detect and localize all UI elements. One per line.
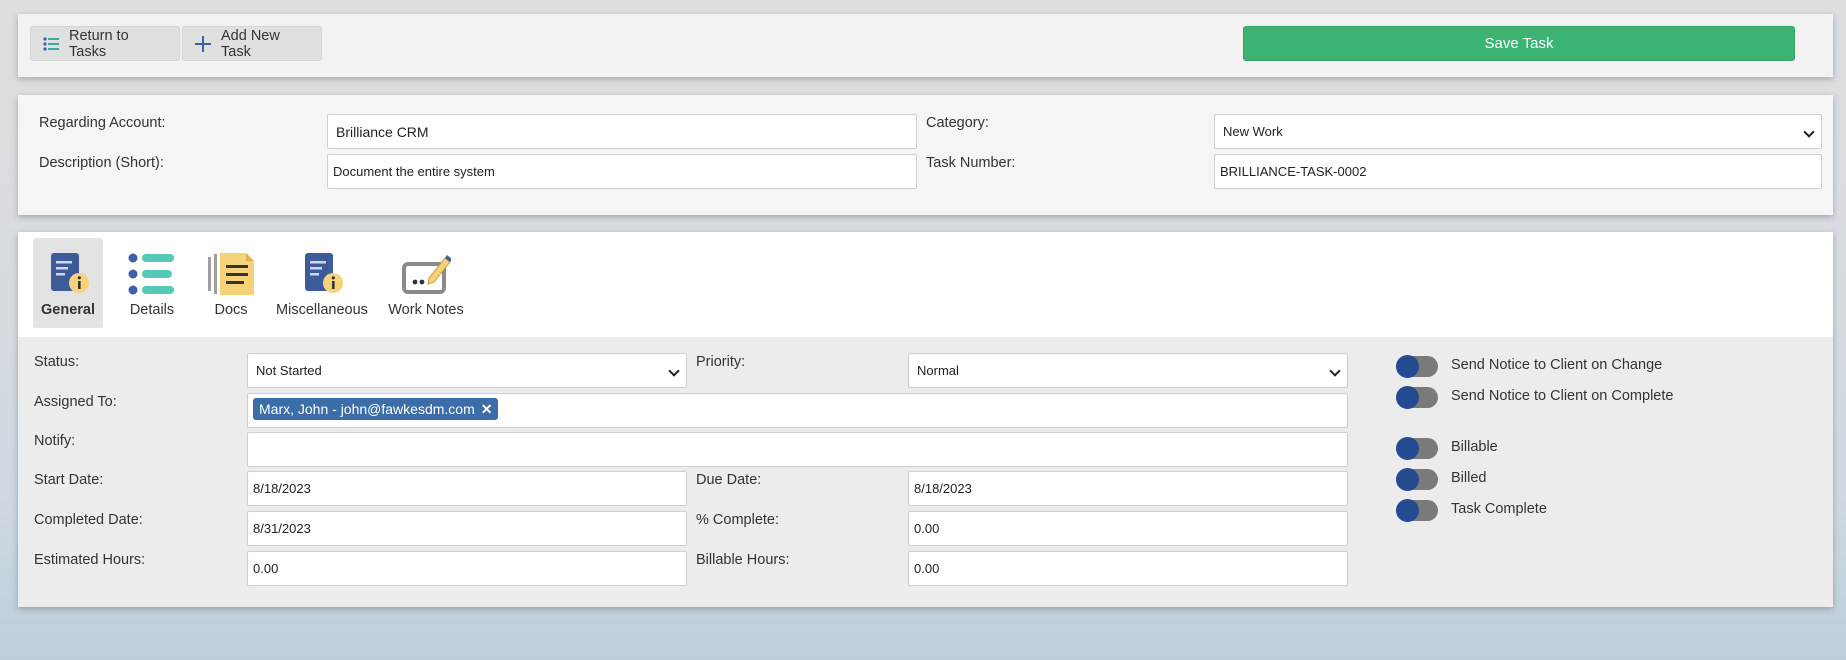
task-number-label: Task Number: xyxy=(926,155,1016,171)
tab-work-notes[interactable]: Work Notes xyxy=(386,238,466,328)
return-to-tasks-button[interactable]: Return to Tasks xyxy=(30,26,180,61)
description-label: Description (Short): xyxy=(39,155,164,171)
category-select[interactable]: New Work xyxy=(1214,114,1822,149)
tab-general-label: General xyxy=(41,302,95,318)
toggle-knob xyxy=(1396,468,1419,491)
completed-date-label: Completed Date: xyxy=(34,512,143,528)
toggle-knob xyxy=(1396,499,1419,522)
status-label: Status: xyxy=(34,354,80,370)
category-selected-value: New Work xyxy=(1223,124,1283,139)
toolbar: Return to Tasks Add New Task Save Task xyxy=(18,14,1833,77)
document-info-icon xyxy=(299,250,345,298)
status-select[interactable]: Not Started xyxy=(247,353,687,388)
assigned-to-input[interactable]: Marx, John - john@fawkesdm.com ✕ xyxy=(247,393,1348,428)
notify-input[interactable] xyxy=(247,432,1348,467)
billed-toggle[interactable] xyxy=(1396,468,1438,491)
regarding-account-input[interactable]: Brilliance CRM xyxy=(327,114,917,149)
toggle-knob xyxy=(1396,437,1419,460)
percent-complete-input[interactable]: 0.00 xyxy=(908,511,1348,546)
billable-hours-label: Billable Hours: xyxy=(696,552,790,568)
notice-on-change-label: Send Notice to Client on Change xyxy=(1451,357,1663,373)
task-complete-toggle[interactable] xyxy=(1396,499,1438,522)
status-selected-value: Not Started xyxy=(256,363,322,378)
toggle-knob xyxy=(1396,386,1419,409)
completed-date-input[interactable]: 8/31/2023 xyxy=(247,511,687,546)
tab-miscellaneous-label: Miscellaneous xyxy=(276,302,368,318)
priority-label: Priority: xyxy=(696,354,746,370)
regarding-account-label: Regarding Account: xyxy=(39,115,166,131)
work-notes-icon xyxy=(401,250,451,298)
percent-complete-label: % Complete: xyxy=(696,512,780,528)
due-date-label: Due Date: xyxy=(696,472,762,488)
billed-label: Billed xyxy=(1451,470,1487,486)
notice-on-complete-toggle[interactable] xyxy=(1396,386,1438,409)
assigned-user-chip: Marx, John - john@fawkesdm.com ✕ xyxy=(253,398,499,420)
list-icon xyxy=(43,36,59,51)
billable-toggle[interactable] xyxy=(1396,437,1438,460)
priority-selected-value: Normal xyxy=(917,363,959,378)
tab-miscellaneous[interactable]: Miscellaneous xyxy=(274,238,370,328)
priority-select[interactable]: Normal xyxy=(908,353,1348,388)
start-date-input[interactable]: 8/18/2023 xyxy=(247,471,687,506)
due-date-input[interactable]: 8/18/2023 xyxy=(908,471,1348,506)
task-detail-panel: General Details Docs Miscellaneous Work … xyxy=(18,232,1833,607)
assigned-user-chip-label: Marx, John - john@fawkesdm.com xyxy=(259,401,475,417)
billable-hours-input[interactable]: 0.00 xyxy=(908,551,1348,586)
notice-on-complete-label: Send Notice to Client on Complete xyxy=(1451,388,1674,404)
tab-docs-label: Docs xyxy=(214,302,248,318)
toggle-knob xyxy=(1396,355,1419,378)
docs-icon xyxy=(206,250,256,298)
add-new-task-button[interactable]: Add New Task xyxy=(182,26,322,61)
description-input[interactable]: Document the entire system xyxy=(327,154,917,189)
assigned-to-label: Assigned To: xyxy=(34,394,117,410)
estimated-hours-input[interactable]: 0.00 xyxy=(247,551,687,586)
list-icon xyxy=(128,250,176,298)
estimated-hours-label: Estimated Hours: xyxy=(34,552,146,568)
billable-label: Billable xyxy=(1451,439,1498,455)
save-task-button[interactable]: Save Task xyxy=(1243,26,1795,61)
document-info-icon xyxy=(45,250,91,298)
tab-general[interactable]: General xyxy=(33,238,103,328)
tab-details-label: Details xyxy=(129,302,175,318)
tab-details[interactable]: Details xyxy=(118,238,186,328)
add-new-task-label: Add New Task xyxy=(221,27,280,60)
remove-chip-icon[interactable]: ✕ xyxy=(481,401,493,418)
start-date-label: Start Date: xyxy=(34,472,104,488)
task-complete-label: Task Complete xyxy=(1451,501,1547,517)
category-label: Category: xyxy=(926,115,989,131)
plus-icon xyxy=(195,35,211,52)
tab-docs[interactable]: Docs xyxy=(198,238,264,328)
task-number-input[interactable]: BRILLIANCE-TASK-0002 xyxy=(1214,154,1822,189)
tab-bar: General Details Docs Miscellaneous Work … xyxy=(18,232,1833,337)
return-to-tasks-label: Return to Tasks xyxy=(69,27,129,60)
tab-work-notes-label: Work Notes xyxy=(388,302,464,318)
notify-label: Notify: xyxy=(34,433,76,449)
notice-on-change-toggle[interactable] xyxy=(1396,355,1438,378)
task-header-form: Regarding Account: Brilliance CRM Catego… xyxy=(18,95,1833,215)
